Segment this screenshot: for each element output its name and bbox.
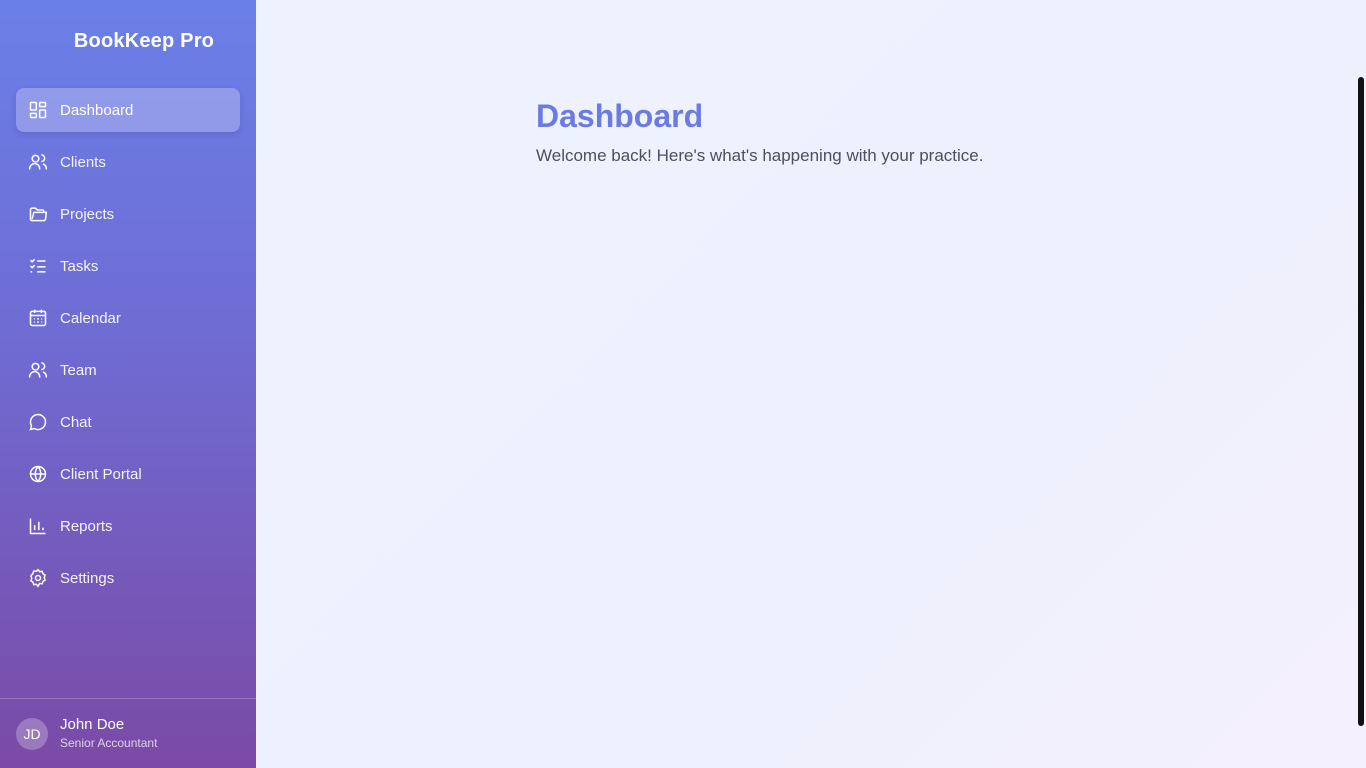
sidebar-item-calendar[interactable]: Calendar <box>16 296 240 340</box>
chat-icon <box>28 412 48 432</box>
sidebar-item-client-portal[interactable]: Client Portal <box>16 452 240 496</box>
gear-icon <box>28 568 48 588</box>
globe-icon <box>28 464 48 484</box>
sidebar-item-label: Projects <box>60 205 115 223</box>
scrollbar[interactable] <box>1358 77 1364 726</box>
sidebar-item-label: Chat <box>60 413 92 431</box>
page-title: Dashboard <box>536 98 704 134</box>
user-role: Senior Accountant <box>60 735 158 750</box>
sidebar-item-label: Reports <box>60 517 113 535</box>
sidebar-item-team[interactable]: Team <box>16 348 240 392</box>
main-content: Dashboard Welcome back! Here's what's ha… <box>256 0 1366 768</box>
sidebar-item-reports[interactable]: Reports <box>16 504 240 548</box>
dashboard-icon <box>28 100 48 120</box>
sidebar-item-dashboard[interactable]: Dashboard <box>16 88 240 132</box>
sidebar-item-label: Dashboard <box>60 101 134 119</box>
sidebar-item-projects[interactable]: Projects <box>16 192 240 236</box>
sidebar-item-label: Calendar <box>60 309 121 327</box>
sidebar: BookKeep Pro Dashboard Clients Projects … <box>0 0 256 768</box>
sidebar-item-label: Tasks <box>60 257 99 275</box>
sidebar-item-chat[interactable]: Chat <box>16 400 240 444</box>
users-icon <box>28 152 48 172</box>
checklist-icon <box>28 256 48 276</box>
calendar-icon <box>28 308 48 328</box>
app-title: BookKeep Pro <box>73 30 215 52</box>
sidebar-item-label: Settings <box>60 569 115 587</box>
bar-chart-icon <box>28 516 48 536</box>
team-icon <box>28 360 48 380</box>
sidebar-item-label: Clients <box>60 153 106 171</box>
sidebar-item-settings[interactable]: Settings <box>16 556 240 600</box>
sidebar-item-tasks[interactable]: Tasks <box>16 244 240 288</box>
user-profile[interactable]: JD John Doe Senior Accountant <box>0 698 256 768</box>
sidebar-item-label: Client Portal <box>60 465 142 483</box>
sidebar-item-clients[interactable]: Clients <box>16 140 240 184</box>
page-subtitle: Welcome back! Here's what's happening wi… <box>536 146 984 165</box>
user-name: John Doe <box>60 715 125 733</box>
sidebar-nav: Dashboard Clients Projects Tasks Calenda… <box>16 88 240 608</box>
sidebar-item-label: Team <box>60 361 97 379</box>
folder-icon <box>28 204 48 224</box>
avatar: JD <box>16 717 48 750</box>
